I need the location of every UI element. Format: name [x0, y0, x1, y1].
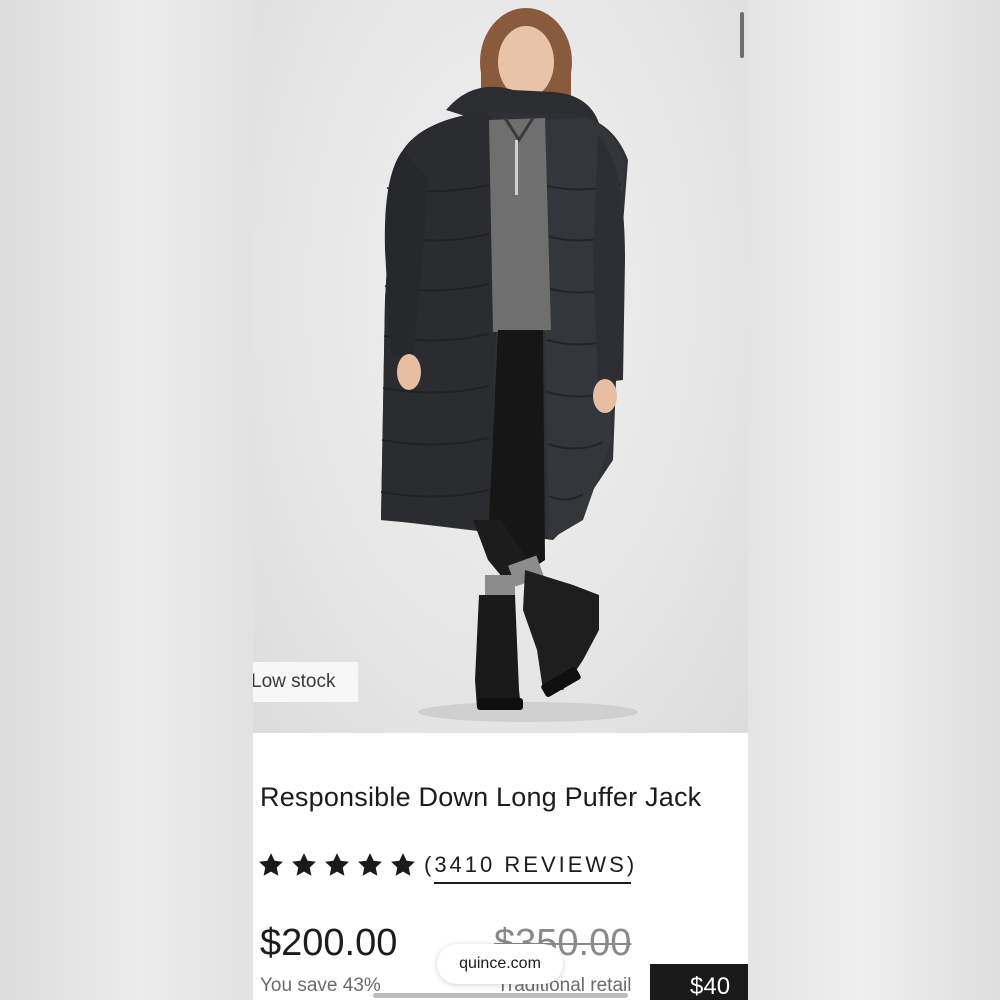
browser-url-pill[interactable]: quince.com — [437, 944, 563, 984]
current-price: $200.00 — [260, 922, 398, 964]
star-icon — [358, 853, 382, 876]
rating-row: (3410 REVIEWS) — [256, 848, 638, 884]
star-icon — [325, 853, 349, 876]
reviews-link[interactable]: (3410 REVIEWS) — [424, 852, 638, 884]
left-blurred-backdrop — [0, 0, 253, 1000]
savings-text: You save 43% — [260, 975, 381, 996]
add-to-bag-button[interactable]: $40 — [650, 964, 748, 1000]
star-icon — [292, 853, 316, 876]
home-indicator[interactable] — [373, 993, 628, 998]
star-rating — [256, 850, 418, 880]
stock-badge: Low stock — [253, 662, 358, 702]
right-blurred-backdrop — [748, 0, 1000, 1000]
reviews-label: (3410 REVIEWS) — [424, 852, 638, 877]
reviews-underline — [434, 882, 632, 884]
product-image[interactable]: Low stock — [253, 0, 748, 733]
scroll-indicator[interactable] — [740, 12, 744, 58]
phone-screen: Low stock Responsible Down Long Puffer J… — [253, 0, 748, 1000]
model-illustration — [380, 8, 638, 722]
star-icon — [391, 853, 415, 876]
star-icon — [259, 853, 283, 876]
product-title: Responsible Down Long Puffer Jack — [260, 782, 702, 812]
